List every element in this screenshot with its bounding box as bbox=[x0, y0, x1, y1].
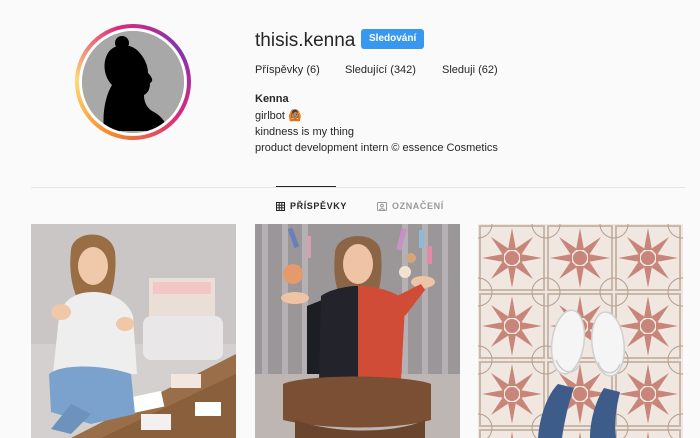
post-image bbox=[31, 224, 236, 438]
avatar-image bbox=[82, 31, 184, 133]
profile-username: thisis.kenna bbox=[255, 30, 356, 51]
bio-line: girlbot 🙆🏽 bbox=[255, 110, 302, 122]
stat-following-label: Sleduji bbox=[442, 64, 476, 76]
stat-posts-label: Příspěvky bbox=[255, 64, 304, 76]
post-image bbox=[478, 224, 683, 438]
stat-posts-count: 6 bbox=[310, 64, 317, 76]
bio-line: product development intern © essence Cos… bbox=[255, 142, 498, 154]
post-thumbnail[interactable] bbox=[255, 224, 460, 438]
tab-posts-label: PŘÍSPĚVKY bbox=[290, 201, 347, 211]
stat-followers[interactable]: Sledující (342) bbox=[345, 64, 416, 76]
avatar-story-ring[interactable] bbox=[75, 24, 191, 140]
post-thumbnail[interactable] bbox=[31, 224, 236, 438]
follow-button[interactable]: Sledování bbox=[361, 29, 425, 49]
avatar bbox=[79, 28, 187, 136]
tabs-divider bbox=[31, 187, 685, 188]
post-thumbnail[interactable] bbox=[478, 224, 683, 438]
tab-posts[interactable]: PŘÍSPĚVKY bbox=[276, 201, 347, 211]
grid-icon bbox=[276, 201, 285, 211]
post-image bbox=[255, 224, 460, 438]
profile-name: Kenna bbox=[255, 93, 289, 105]
active-tab-indicator bbox=[276, 186, 336, 187]
stat-following[interactable]: Sleduji (62) bbox=[442, 64, 498, 76]
stat-following-count: 62 bbox=[481, 64, 495, 76]
avatar-silhouette-icon bbox=[82, 31, 184, 133]
tagged-icon bbox=[377, 201, 387, 211]
tab-tagged[interactable]: OZNAČENÍ bbox=[377, 201, 444, 211]
tab-tagged-label: OZNAČENÍ bbox=[392, 201, 444, 211]
stat-followers-label: Sledující bbox=[345, 64, 388, 76]
stat-followers-count: 342 bbox=[393, 64, 413, 76]
bio-line: kindness is my thing bbox=[255, 126, 355, 138]
stat-posts[interactable]: Příspěvky (6) bbox=[255, 64, 320, 76]
